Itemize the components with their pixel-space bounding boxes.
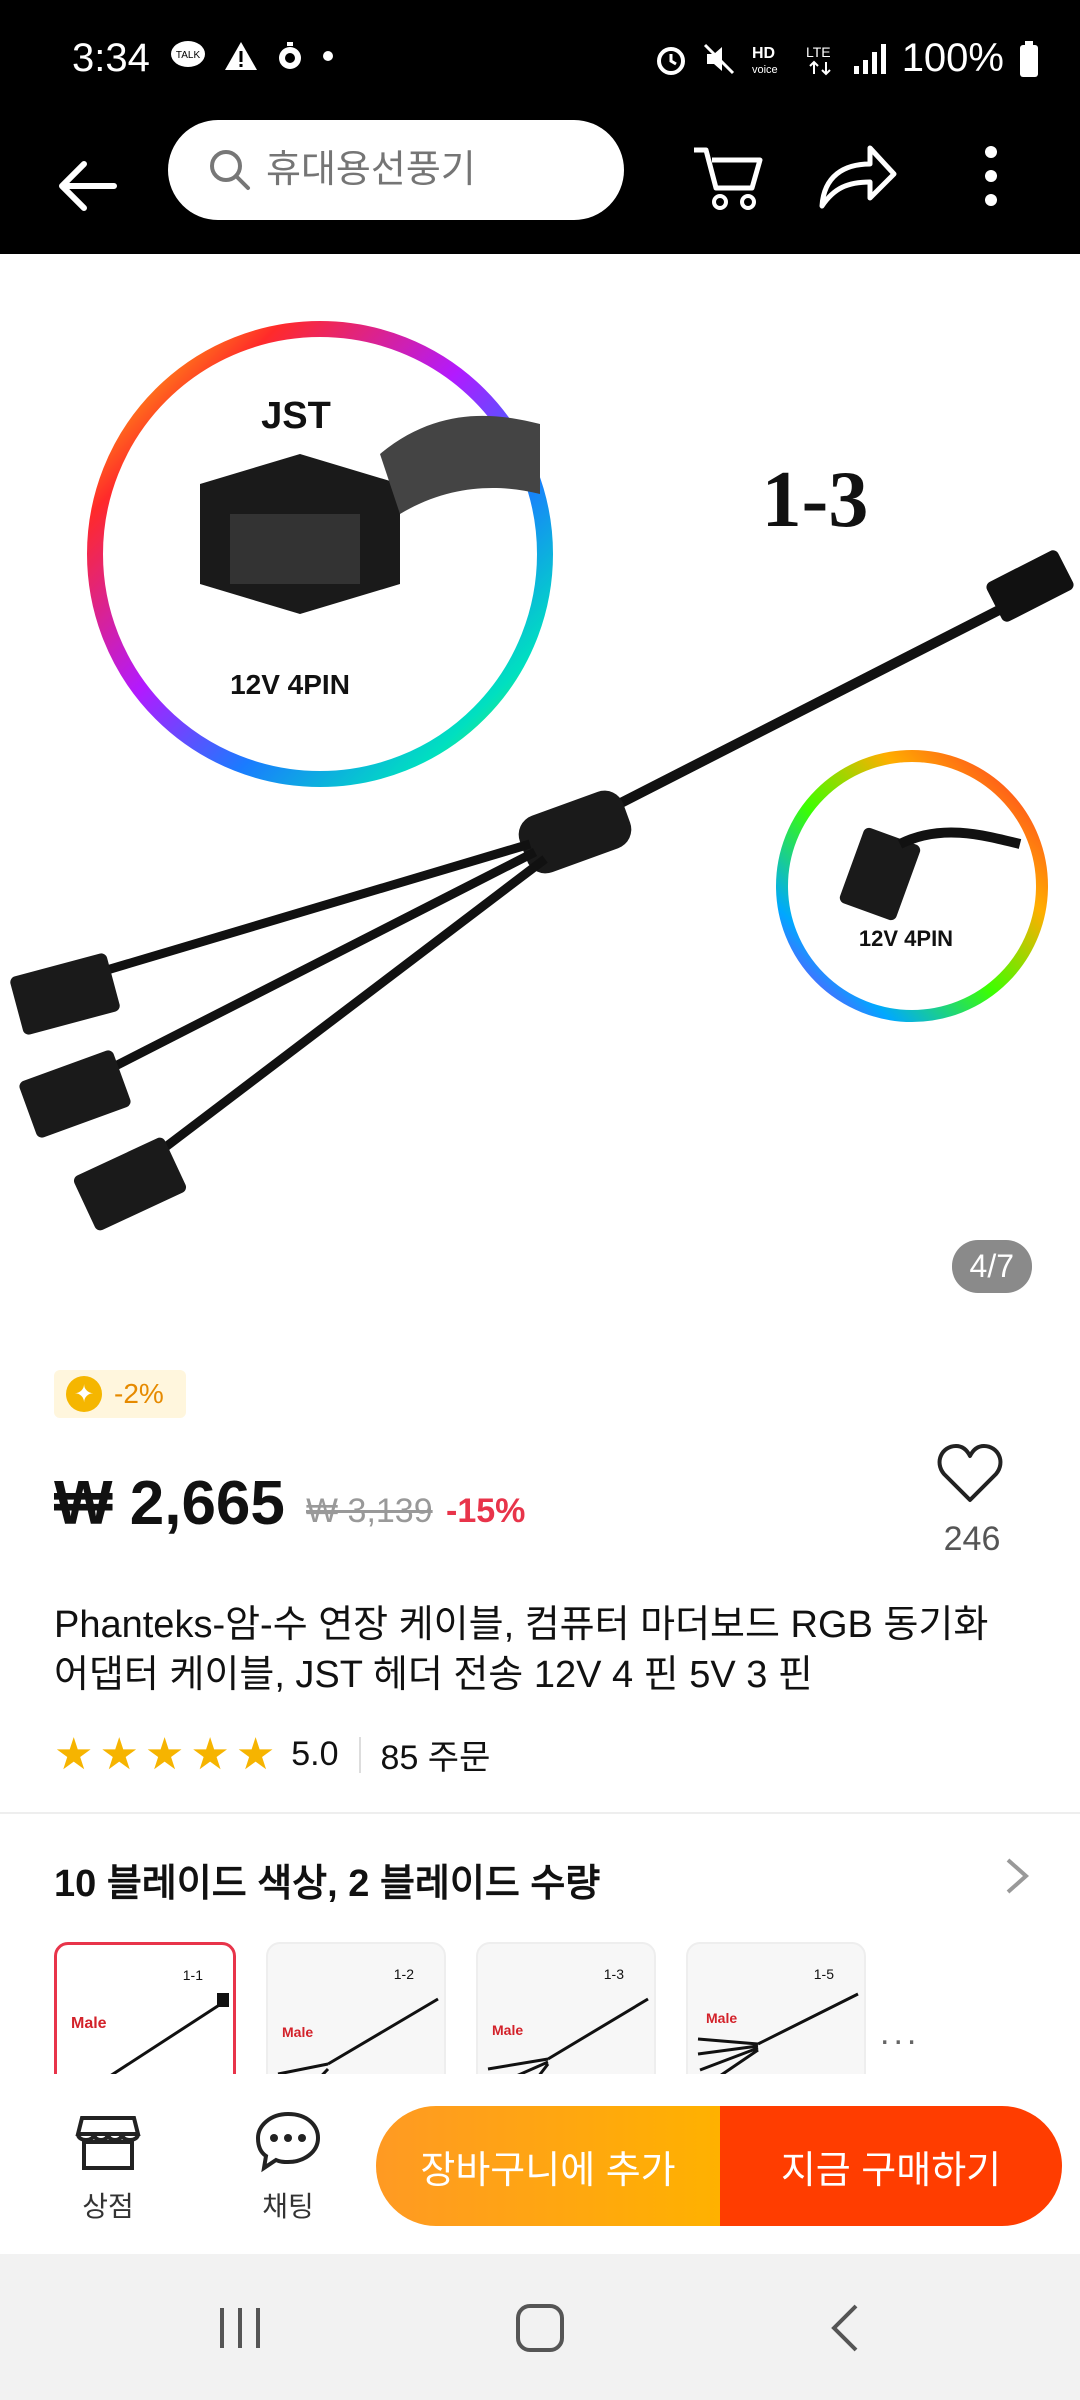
order-count: 85 주문 — [380, 1739, 491, 1777]
chat-icon — [255, 2111, 321, 2173]
back-icon[interactable] — [816, 2298, 876, 2358]
variant-thumbnails: 1-1 Male 1-2 Male 1-3 Male 1-5 Male — [54, 1942, 866, 2094]
product-image: JST 12V 4PIN 1-3 12V 4PIN — [10, 321, 1074, 1231]
star-icon: ★ — [190, 1729, 230, 1779]
chat-button[interactable]: 채팅 — [228, 2106, 348, 2225]
share-icon[interactable] — [814, 136, 900, 216]
variant-thumb[interactable]: 1-1 Male — [54, 1942, 236, 2094]
variant-cable-image — [86, 1993, 229, 2091]
hd-voice-icon: HD voice — [752, 45, 778, 76]
add-to-cart-button[interactable]: 장바구니에 추가 — [376, 2106, 720, 2226]
mute-icon — [703, 43, 734, 74]
svg-text:LTE: LTE — [806, 44, 831, 60]
home-icon[interactable] — [510, 2298, 570, 2358]
buy-now-button[interactable]: 지금 구매하기 — [720, 2106, 1062, 2226]
variant-cable-image — [487, 1997, 649, 2090]
star-icon: ★ — [99, 1729, 139, 1779]
app-bar — [0, 120, 1080, 254]
star-icon: ★ — [235, 1729, 276, 1779]
original-price: ₩ 3,139 — [306, 1492, 433, 1530]
talk-icon: TALK — [171, 41, 205, 67]
back-arrow-icon[interactable] — [48, 146, 128, 226]
section-divider — [0, 1812, 1080, 1814]
variant-thumb[interactable]: 1-2 Male — [266, 1942, 446, 2092]
variant-cable-image — [697, 1992, 859, 2086]
svg-text:TALK: TALK — [176, 50, 201, 61]
store-button[interactable]: 상점 — [48, 2106, 168, 2225]
search-bar[interactable] — [168, 120, 624, 220]
product-image-gallery[interactable]: JST 12V 4PIN 1-3 12V 4PIN — [0, 254, 1080, 1334]
more-options-icon[interactable] — [976, 140, 1006, 220]
lte-icon: LTE — [806, 44, 831, 75]
split-label: 1-3 — [762, 456, 869, 544]
status-time: 3:34 — [72, 36, 150, 80]
warning-icon — [225, 42, 257, 70]
coin-discount-badge: ✦ -2% — [54, 1370, 186, 1418]
divider — [358, 1736, 361, 1773]
recents-icon[interactable] — [210, 2298, 270, 2358]
signal-icon — [853, 43, 886, 74]
system-nav-bar — [0, 2254, 1080, 2400]
product-title: Phanteks-암-수 연장 케이블, 컴퓨터 마더보드 RGB 동기화 어댑… — [54, 1604, 989, 1696]
image-counter: 4/7 — [951, 1240, 1032, 1293]
chevron-right-icon[interactable] — [1002, 1856, 1032, 1896]
variant-cable-image — [277, 1997, 439, 2090]
alarm-icon — [656, 46, 685, 75]
store-icon — [75, 2116, 141, 2170]
pin-left-label: 12V 4PIN — [230, 669, 350, 700]
more-variants[interactable]: ... — [880, 2014, 920, 2053]
rating-row[interactable]: ★ ★ ★ ★ ★ 5.0 85 주문 — [54, 1730, 490, 1779]
variant-thumb[interactable]: 1-3 Male — [476, 1942, 656, 2092]
timer-icon — [279, 42, 301, 69]
variant-thumb[interactable]: 1-5 Male — [686, 1942, 866, 2092]
store-label: 상점 — [82, 2191, 134, 2222]
heart-icon[interactable] — [936, 1440, 1004, 1508]
chat-label: 채팅 — [262, 2191, 314, 2222]
pin-right-label: 12V 4PIN — [859, 926, 953, 951]
wishlist-count: 246 — [943, 1520, 1001, 1558]
current-price: ₩ 2,665 — [54, 1469, 285, 1538]
jst-label: JST — [261, 395, 331, 437]
coin-icon: ✦ — [66, 1376, 102, 1412]
star-icon: ★ — [144, 1729, 185, 1779]
variant-summary[interactable]: 10 블레이드 색상, 2 블레이드 수량 — [54, 1852, 600, 1907]
search-input[interactable] — [264, 147, 608, 193]
coin-discount-text: -2% — [114, 1378, 164, 1409]
star-icon: ★ — [54, 1729, 94, 1779]
cart-icon[interactable] — [688, 136, 768, 216]
search-icon — [210, 150, 250, 190]
battery-percent: 100% — [901, 36, 1004, 80]
system-icons: HD voice LTE 100% — [654, 36, 1040, 81]
discount-percent: -15% — [446, 1492, 526, 1530]
battery-icon — [1020, 40, 1038, 77]
status-bar: 3:34 TALK HD voice LTE 100% — [0, 0, 1080, 120]
svg-text:voice: voice — [752, 64, 778, 76]
rating-score: 5.0 — [291, 1735, 339, 1773]
notification-icons: TALK — [170, 40, 334, 72]
svg-text:HD: HD — [752, 45, 775, 62]
dot-icon — [323, 51, 333, 61]
